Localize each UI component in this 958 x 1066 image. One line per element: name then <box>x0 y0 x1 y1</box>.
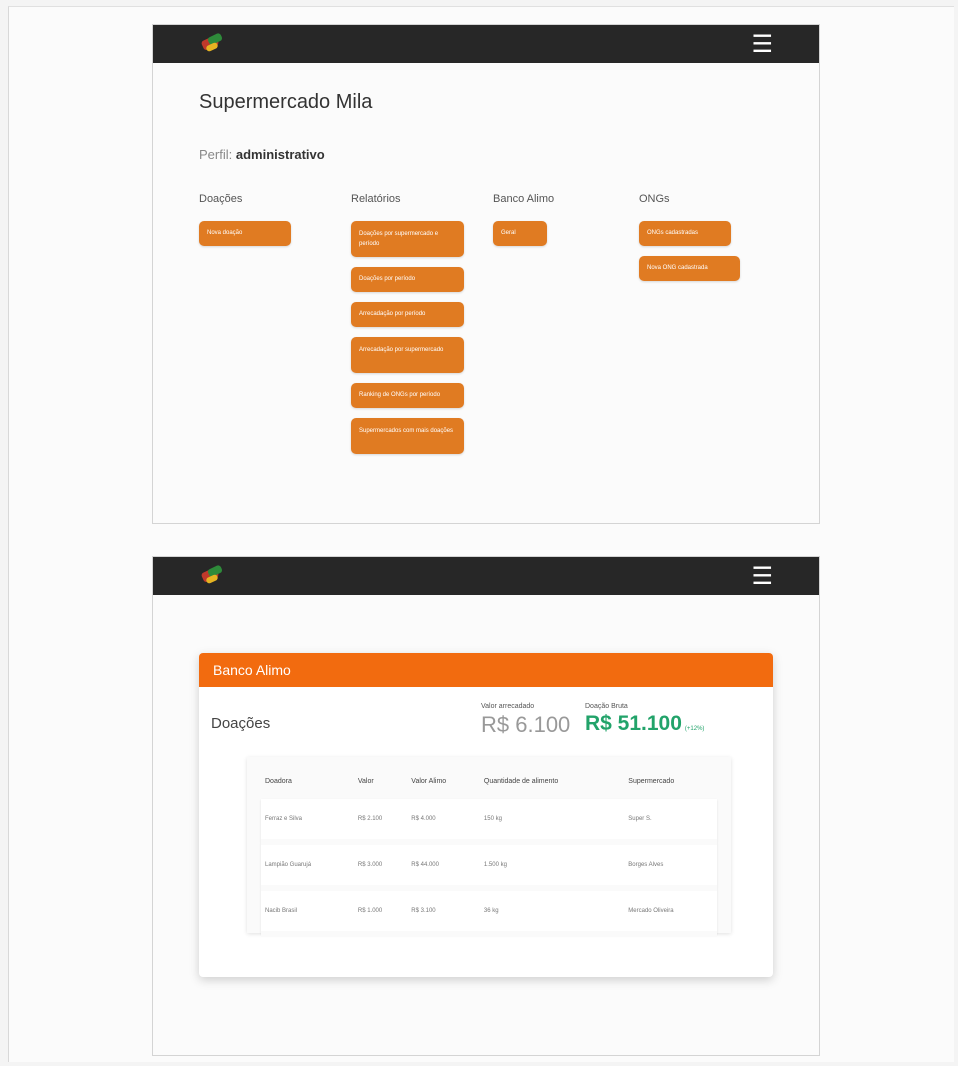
store-title: Supermercado Mila <box>199 91 373 113</box>
card-header: Banco Alimo <box>199 653 773 687</box>
admin-dashboard-panel: ☰ Supermercado Mila Perfil: administrati… <box>152 24 820 524</box>
column-header[interactable]: Doadora <box>261 763 354 799</box>
menu-column-doacoes: Doações Nova doação <box>199 193 291 256</box>
table-header-row: Doadora Valor Valor Alimo Quantidade de … <box>261 763 717 799</box>
column-heading: ONGs <box>639 193 670 205</box>
table-row[interactable]: Nacib Brasil R$ 1.000 R$ 3.100 36 kg Mer… <box>261 888 717 937</box>
stat-suffix: (+12%) <box>684 726 705 732</box>
table-cell: Super S. <box>624 799 717 845</box>
report-button[interactable]: Ranking de ONGs por período <box>351 383 464 408</box>
column-heading: Doações <box>199 193 243 205</box>
banco-geral-button[interactable]: Geral <box>493 221 547 246</box>
stat-doacao-bruta: Doação Bruta R$ 51.100 (+12%) <box>585 703 704 736</box>
stat-label: Doação Bruta <box>585 703 628 710</box>
profile-label: Perfil: <box>199 147 233 162</box>
report-button[interactable]: Supermercados com mais doações <box>351 418 464 454</box>
report-button[interactable]: Arrecadação por período <box>351 302 464 327</box>
table-row[interactable]: Lampião Guarujá R$ 3.000 R$ 44.000 1.500… <box>261 842 717 891</box>
menu-column-relatorios: Relatórios Doações por supermercado e pe… <box>351 193 464 464</box>
table-cell: Mercado Oliveira <box>624 888 717 937</box>
profile-value: administrativo <box>235 147 325 162</box>
table-cell: Borges Alves <box>624 842 717 891</box>
section-title: Doações <box>211 715 271 732</box>
column-header[interactable]: Supermercado <box>624 763 717 799</box>
top-navbar: ☰ <box>153 25 819 63</box>
logo-icon[interactable] <box>199 564 225 588</box>
table-row[interactable]: Ferraz e Silva R$ 2.100 R$ 4.000 150 kg … <box>261 799 717 845</box>
column-heading: Relatórios <box>351 193 401 205</box>
table-cell: R$ 3.000 <box>353 842 408 891</box>
table-cell: 150 kg <box>479 799 625 845</box>
column-header[interactable]: Valor <box>354 763 407 799</box>
table-cell: R$ 4.000 <box>407 799 480 845</box>
report-button[interactable]: Doações por período <box>351 267 464 292</box>
logo-icon[interactable] <box>199 32 225 56</box>
table-cell: R$ 1.000 <box>353 888 408 937</box>
report-button[interactable]: Arrecadação por supermercado <box>351 337 464 373</box>
donations-table-container: Doadora Valor Valor Alimo Quantidade de … <box>247 757 731 937</box>
table-cell: Ferraz e Silva <box>261 799 354 845</box>
ongs-cadastradas-button[interactable]: ONGs cadastradas <box>639 221 731 246</box>
table-cell: R$ 3.100 <box>407 888 480 937</box>
table-cell: R$ 2.100 <box>353 799 408 845</box>
top-navbar: ☰ <box>153 557 819 595</box>
stat-value: R$ 51.100 <box>585 712 682 735</box>
donations-table: Doadora Valor Valor Alimo Quantidade de … <box>261 763 717 937</box>
table-cell: Lampião Guarujá <box>261 842 354 891</box>
hamburger-menu-icon[interactable]: ☰ <box>751 32 773 56</box>
menu-column-ongs: ONGs ONGs cadastradas Nova ONG cadastrad… <box>639 193 740 291</box>
column-header[interactable]: Quantidade de alimento <box>480 763 624 799</box>
table-cell: 36 kg <box>479 888 625 937</box>
hamburger-menu-icon[interactable]: ☰ <box>751 564 773 588</box>
column-header[interactable]: Valor Alimo <box>407 763 480 799</box>
profile-line: Perfil: administrativo <box>199 147 325 162</box>
table-cell: 1.500 kg <box>479 842 625 891</box>
banco-alimo-panel: ☰ Banco Alimo Doações Valor arrecadado R… <box>152 556 820 1056</box>
stat-arrecadado: Valor arrecadado R$ 6.100 <box>481 703 570 738</box>
menu-column-banco-alimo: Banco Alimo Geral <box>493 193 554 256</box>
stat-label: Valor arrecadado <box>481 703 535 710</box>
table-cell: R$ 44.000 <box>407 842 480 891</box>
table-cell: Nacib Brasil <box>261 888 354 937</box>
banco-alimo-card: Banco Alimo Doações Valor arrecadado R$ … <box>199 653 773 977</box>
column-heading: Banco Alimo <box>493 193 555 205</box>
nova-ong-button[interactable]: Nova ONG cadastrada <box>639 256 740 281</box>
stat-value: R$ 6.100 <box>481 712 571 737</box>
nova-doacao-button[interactable]: Nova doação <box>199 221 291 246</box>
report-button[interactable]: Doações por supermercado e período <box>351 221 464 257</box>
